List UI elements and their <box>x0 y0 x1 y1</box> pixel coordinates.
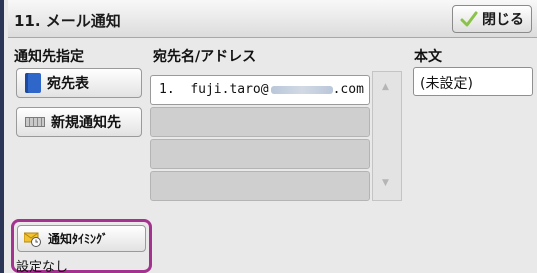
address-row-text: 1. fuji.taro@ .com <box>159 82 364 97</box>
body-label: 本文 <box>414 49 442 65</box>
screen-title: 11. メール通知 <box>14 12 121 30</box>
address-row-number: 1. <box>159 82 175 97</box>
address-book-button[interactable]: 宛先表 <box>16 68 142 98</box>
close-button[interactable]: 閉じる <box>452 5 532 33</box>
address-book-label: 宛先表 <box>47 76 89 92</box>
clock-envelope-icon <box>24 232 41 247</box>
recipient-spec-label: 通知先指定 <box>14 49 84 65</box>
close-button-label: 閉じる <box>482 12 524 28</box>
notification-timing-button[interactable]: 通知ﾀｲﾐﾝｸﾞ <box>17 225 146 252</box>
new-recipient-label: 新規通知先 <box>51 115 121 131</box>
check-icon <box>460 11 478 27</box>
keyboard-icon <box>25 117 45 127</box>
scroll-down-icon[interactable]: ▼ <box>382 178 389 188</box>
mail-notification-screen: 11. メール通知 閉じる 通知先指定 宛先表 新規通知先 宛先名/アドレス 1… <box>0 0 537 273</box>
address-list-header: 宛先名/アドレス <box>153 49 257 65</box>
address-list-scrollbar[interactable]: ▲ ▼ <box>372 71 402 201</box>
address-row[interactable] <box>150 171 370 201</box>
redacted-domain <box>270 85 333 94</box>
body-text-button[interactable]: (未設定) <box>413 67 533 96</box>
address-row[interactable]: 1. fuji.taro@ .com <box>150 75 370 105</box>
address-row[interactable] <box>150 139 370 169</box>
new-recipient-button[interactable]: 新規通知先 <box>16 107 142 137</box>
title-bar: 11. メール通知 閉じる <box>8 0 537 38</box>
notification-timing-label: 通知ﾀｲﾐﾝｸﾞ <box>48 232 109 246</box>
address-row[interactable] <box>150 107 370 137</box>
notification-timing-status: 設定なし <box>16 260 69 273</box>
scroll-up-icon[interactable]: ▲ <box>382 82 389 92</box>
address-row-prefix: fuji.taro@ <box>190 82 269 97</box>
body-text-value: (未設定) <box>420 76 473 92</box>
address-list: 1. fuji.taro@ .com <box>150 71 370 201</box>
address-book-icon <box>25 73 41 93</box>
address-row-suffix: .com <box>332 82 364 97</box>
notification-timing-highlight: 通知ﾀｲﾐﾝｸﾞ 設定なし <box>11 219 152 273</box>
